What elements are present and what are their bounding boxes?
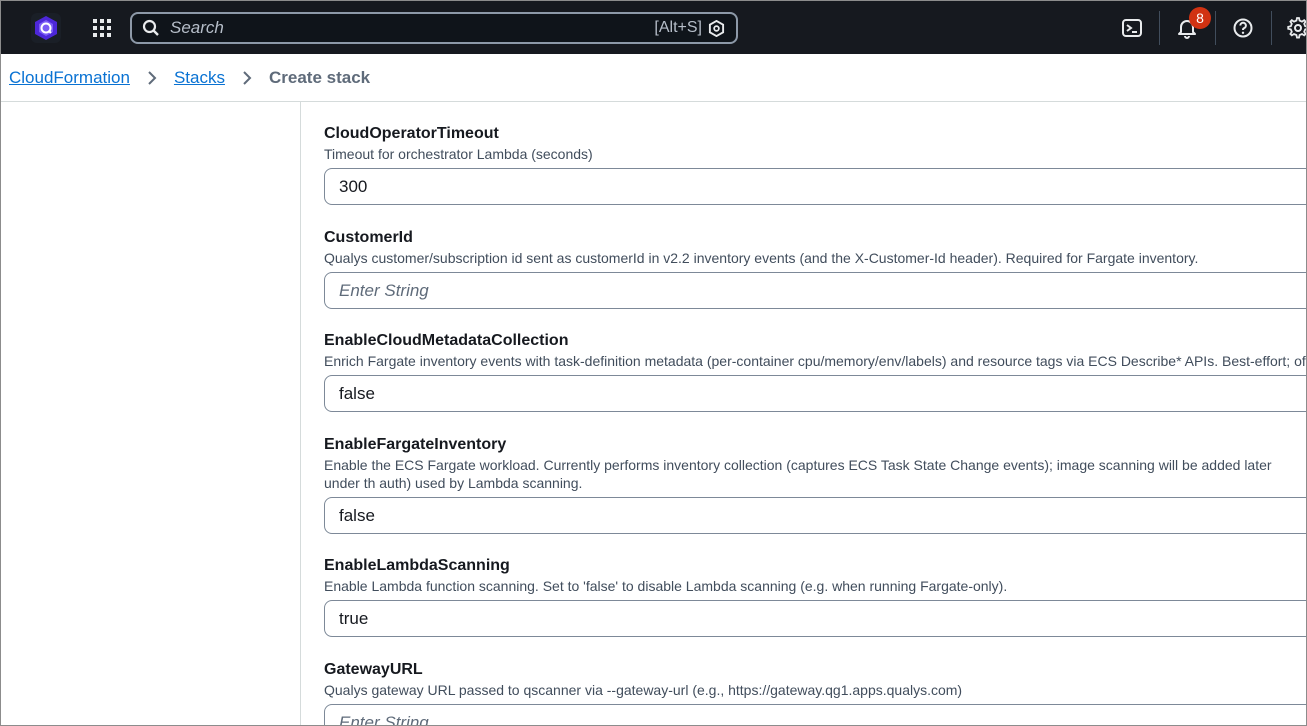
param-label: EnableFargateInventory (324, 436, 507, 453)
param-description: Qualys gateway URL passed to qscanner vi… (324, 682, 963, 698)
chevron-right-icon (239, 70, 255, 86)
param-enablelambdascanning: EnableLambdaScanning Enable Lambda funct… (324, 556, 1306, 637)
param-description: Enable Lambda function scanning. Set to … (324, 578, 1008, 594)
parameters-form: CloudOperatorTimeout Timeout for orchest… (302, 102, 1306, 725)
cloudshell-icon[interactable] (1119, 15, 1145, 41)
param-enablefargateinventory: EnableFargateInventory Enable the ECS Fa… (324, 435, 1306, 534)
customerid-input[interactable]: Enter String (324, 272, 1306, 309)
help-icon[interactable] (1230, 15, 1256, 41)
cloudoperatortimeout-input[interactable]: 300 (324, 168, 1306, 205)
breadcrumb: CloudFormation Stacks Create stack (1, 55, 1306, 102)
topbar-divider (1159, 11, 1160, 45)
param-description: Qualys customer/subscription id sent as … (324, 250, 1199, 266)
search-input[interactable]: Search [Alt+S] (130, 12, 738, 44)
top-navigation-bar: Search [Alt+S] 8 (1, 1, 1306, 54)
chevron-right-icon (144, 70, 160, 86)
param-description: Timeout for orchestrator Lambda (seconds… (324, 146, 593, 162)
gear-icon[interactable] (1285, 15, 1306, 41)
param-label: EnableLambdaScanning (324, 557, 510, 574)
param-label: EnableCloudMetadataCollection (324, 332, 569, 349)
topbar-divider (1215, 11, 1216, 45)
param-description: Enrich Fargate inventory events with tas… (324, 353, 1306, 369)
search-shortcut-hint: [Alt+S] (654, 19, 702, 36)
param-enablecloudmetadatacollection: EnableCloudMetadataCollection Enrich Far… (324, 331, 1306, 412)
aws-logo-icon[interactable] (31, 13, 61, 43)
left-panel (1, 102, 301, 725)
services-menu-icon[interactable] (90, 16, 114, 40)
enablecloudmetadatacollection-select[interactable]: false (324, 375, 1306, 412)
param-cloudoperatortimeout: CloudOperatorTimeout Timeout for orchest… (324, 124, 1306, 205)
search-placeholder: Search (170, 18, 224, 37)
param-description: Enable the ECS Fargate workload. Current… (324, 457, 1272, 491)
browser-frame: Search [Alt+S] 8 CloudFormation Stacks C… (0, 0, 1307, 726)
breadcrumb-stacks[interactable]: Stacks (174, 68, 225, 88)
param-customerid: CustomerId Qualys customer/subscription … (324, 228, 1306, 309)
param-gatewayurl: GatewayURL Qualys gateway URL passed to … (324, 660, 1306, 725)
enablelambdascanning-select[interactable]: true (324, 600, 1306, 637)
gatewayurl-input[interactable]: Enter String (324, 704, 1306, 725)
notification-count-badge: 8 (1189, 7, 1211, 29)
breadcrumb-cloudformation[interactable]: CloudFormation (9, 68, 130, 88)
hexagon-icon (708, 19, 726, 37)
breadcrumb-current: Create stack (268, 68, 371, 87)
param-label: CustomerId (324, 229, 413, 246)
enablefargateinventory-select[interactable]: false (324, 497, 1306, 534)
search-icon (142, 18, 162, 38)
param-label: GatewayURL (324, 661, 423, 678)
param-label: CloudOperatorTimeout (324, 125, 499, 142)
topbar-divider (1271, 11, 1272, 45)
